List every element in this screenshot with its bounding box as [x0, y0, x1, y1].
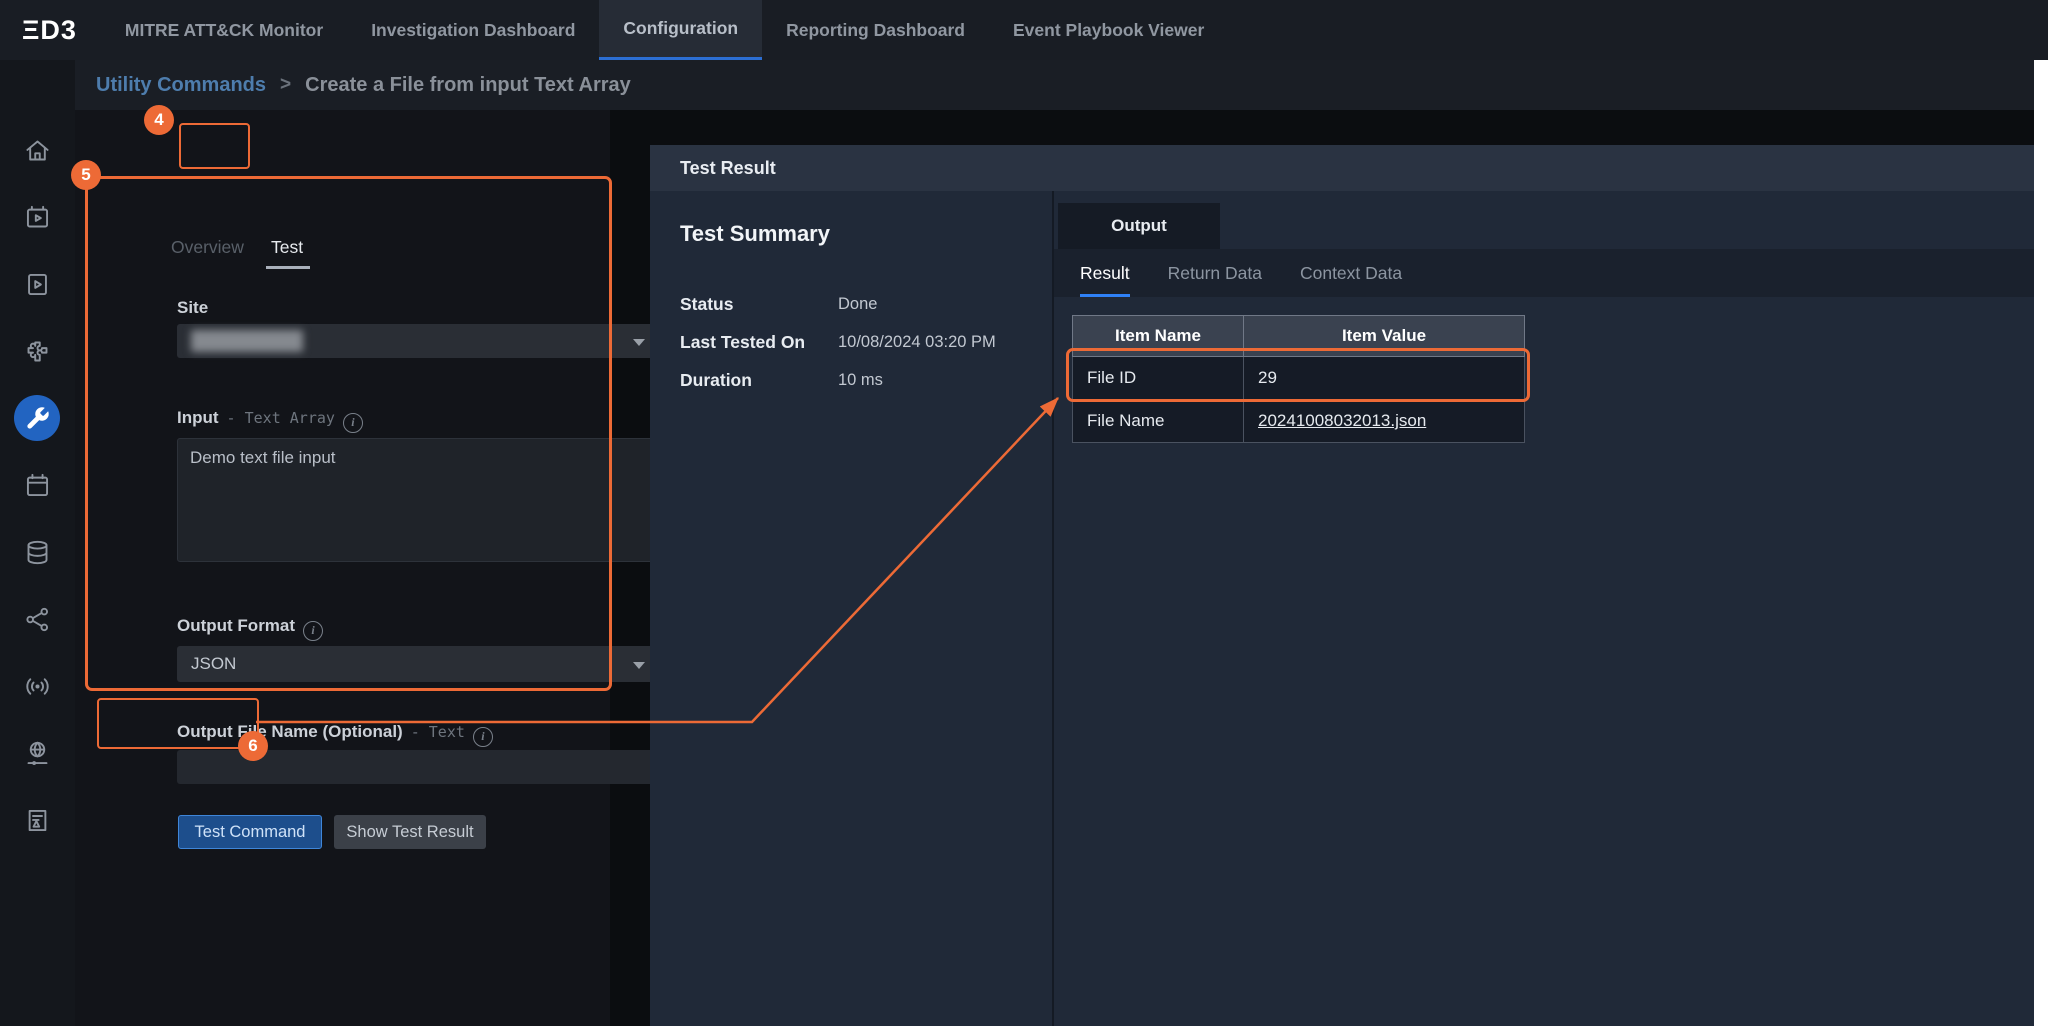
input-textarea[interactable]: Demo text file input	[177, 438, 659, 562]
utility-commands-icon[interactable]	[14, 395, 60, 441]
info-icon[interactable]	[303, 621, 323, 641]
test-result-panel: Test Result Test Summary Status Done Las…	[650, 145, 2034, 1026]
info-icon[interactable]	[473, 727, 493, 747]
chevron-down-icon	[633, 339, 645, 346]
breadcrumb-utility-commands[interactable]: Utility Commands	[96, 74, 266, 97]
breadcrumb: Utility Commands > Create a File from in…	[75, 60, 2034, 110]
status-value: Done	[838, 295, 877, 314]
database-icon[interactable]	[14, 529, 60, 575]
summary-row-last-tested: Last Tested On 10/08/2024 03:20 PM	[680, 323, 996, 361]
annotation-badge-5: 5	[71, 160, 101, 190]
site-label: Site	[177, 298, 208, 318]
subtab-result[interactable]: Result	[1080, 249, 1130, 297]
test-summary: Status Done Last Tested On 10/08/2024 03…	[680, 285, 996, 399]
annotation-badge-4: 4	[144, 105, 174, 135]
background-area	[650, 110, 2034, 145]
duration-value: 10 ms	[838, 371, 883, 390]
col-item-value: Item Value	[1244, 316, 1525, 357]
result-table-header-row: Item Name Item Value	[1073, 316, 1525, 357]
broadcast-icon[interactable]	[14, 663, 60, 709]
scheduled-playbooks-icon[interactable]	[14, 194, 60, 240]
tab-overview[interactable]: Overview	[171, 237, 244, 258]
audit-log-icon[interactable]	[14, 797, 60, 843]
playbook-files-icon[interactable]	[14, 261, 60, 307]
subtab-return-data[interactable]: Return Data	[1168, 249, 1262, 297]
command-test-panel: Overview Test Site Input- Text Array Dem…	[75, 110, 610, 1026]
tab-test[interactable]: Test	[271, 237, 303, 258]
top-nav: ΞD3 MITRE ATT&CK Monitor Investigation D…	[0, 0, 2048, 60]
output-subtabs: Result Return Data Context Data	[1054, 249, 2034, 297]
info-icon[interactable]	[343, 413, 363, 433]
input-type-hint: - Text Array	[227, 409, 335, 427]
table-row-file-name: File Name 20241008032013.json	[1073, 400, 1525, 443]
output-format-label: Output Format	[177, 616, 323, 641]
connections-icon[interactable]	[14, 596, 60, 642]
annotation-badge-6: 6	[238, 731, 268, 761]
integrations-icon[interactable]	[14, 328, 60, 374]
calendar-icon[interactable]	[14, 462, 60, 508]
page-scrollbar-track[interactable]	[2034, 60, 2048, 1026]
nav-investigation-dashboard[interactable]: Investigation Dashboard	[347, 0, 599, 60]
subtab-context-data[interactable]: Context Data	[1300, 249, 1402, 297]
output-format-select[interactable]: JSON	[177, 646, 659, 682]
nav-mitre-attack-monitor[interactable]: MITRE ATT&CK Monitor	[101, 0, 347, 60]
nav-configuration[interactable]: Configuration	[599, 0, 762, 60]
d3-logo[interactable]: ΞD3	[0, 0, 101, 60]
test-command-button[interactable]: Test Command	[178, 815, 322, 849]
left-icon-sidebar	[0, 60, 75, 1026]
summary-row-duration: Duration 10 ms	[680, 361, 996, 399]
file-name-link[interactable]: 20241008032013.json	[1258, 411, 1426, 430]
site-select-redacted-value	[191, 330, 303, 352]
summary-row-status: Status Done	[680, 285, 996, 323]
tab-test-underline	[266, 266, 310, 269]
page-title: Create a File from input Text Array	[305, 74, 631, 97]
panel-divider	[1052, 191, 1054, 1026]
home-icon[interactable]	[14, 127, 60, 173]
table-row-file-id: File ID 29	[1073, 357, 1525, 400]
tab-output[interactable]: Output	[1058, 203, 1220, 249]
file-name-name: File Name	[1073, 400, 1244, 443]
input-label: Input- Text Array	[177, 408, 363, 433]
output-file-name-type-hint: - Text	[411, 723, 465, 741]
geo-settings-icon[interactable]	[14, 730, 60, 776]
result-table: Item Name Item Value File ID 29 File Nam…	[1072, 315, 1525, 443]
file-id-name: File ID	[1073, 357, 1244, 400]
test-summary-heading: Test Summary	[680, 221, 830, 247]
col-item-name: Item Name	[1073, 316, 1244, 357]
app-window: ΞD3 MITRE ATT&CK Monitor Investigation D…	[0, 0, 2048, 1026]
test-result-title: Test Result	[680, 145, 776, 191]
show-test-result-button[interactable]: Show Test Result	[334, 815, 486, 849]
nav-event-playbook-viewer[interactable]: Event Playbook Viewer	[989, 0, 1228, 60]
test-result-header: Test Result	[650, 145, 2034, 191]
nav-reporting-dashboard[interactable]: Reporting Dashboard	[762, 0, 989, 60]
file-id-value: 29	[1244, 357, 1525, 400]
breadcrumb-separator: >	[280, 74, 291, 96]
panel-gap	[610, 110, 650, 1026]
last-tested-value: 10/08/2024 03:20 PM	[838, 333, 996, 352]
chevron-down-icon	[633, 662, 645, 669]
output-file-name-label: Output File Name (Optional)- Text	[177, 722, 493, 747]
site-select[interactable]	[177, 324, 659, 358]
